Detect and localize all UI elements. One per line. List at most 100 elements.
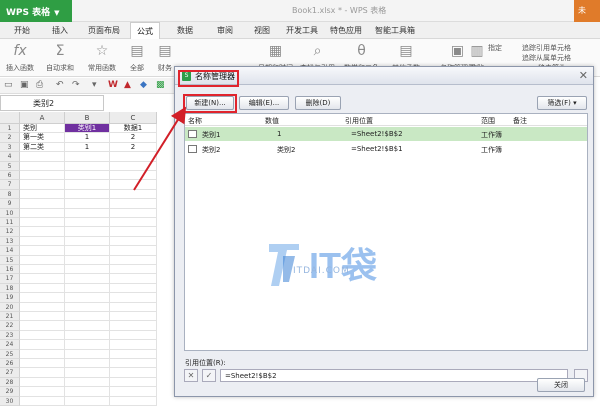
cell[interactable]	[20, 293, 65, 303]
cell[interactable]: 2	[110, 133, 157, 143]
cell[interactable]	[65, 283, 110, 294]
row-header[interactable]: 11	[0, 218, 20, 228]
row-header[interactable]: 5	[0, 161, 20, 171]
cell[interactable]	[110, 302, 157, 312]
cell[interactable]	[110, 396, 157, 406]
row-header[interactable]: 19	[0, 293, 20, 303]
pdf-icon[interactable]: ▲	[124, 80, 131, 90]
common-functions-button[interactable]: ☆ 常用函数	[88, 42, 116, 73]
autosum-button[interactable]: Σ 自动求和	[46, 42, 74, 73]
cell[interactable]	[110, 218, 157, 228]
edit-name-button[interactable]: 编辑(E)...	[239, 96, 289, 110]
delete-name-button[interactable]: 删除(D)	[295, 96, 341, 110]
cancel-edit-icon[interactable]: ✕	[184, 369, 198, 382]
row-header[interactable]: 3	[0, 142, 20, 153]
tab-page-layout[interactable]: 页面布局	[88, 25, 120, 36]
cell[interactable]	[65, 171, 110, 181]
cell[interactable]	[65, 396, 110, 406]
tab-formula[interactable]: 公式	[130, 22, 160, 39]
cell[interactable]	[65, 218, 110, 228]
cell[interactable]	[20, 218, 65, 228]
cell[interactable]	[65, 312, 110, 322]
row-header[interactable]: 7	[0, 180, 20, 190]
cell[interactable]	[110, 255, 157, 265]
cell[interactable]	[20, 171, 65, 181]
cell[interactable]	[20, 387, 65, 397]
cell[interactable]: 第一类	[20, 133, 65, 143]
list-item[interactable]: 类别1 1 =Sheet2!$B$2 工作簿	[185, 127, 587, 141]
cell[interactable]	[20, 349, 65, 359]
cell[interactable]	[20, 368, 65, 378]
cell[interactable]	[65, 208, 110, 218]
row-header[interactable]: 21	[0, 312, 20, 322]
cell[interactable]	[20, 265, 65, 275]
cell[interactable]	[65, 255, 110, 265]
row-header[interactable]: 13	[0, 236, 20, 247]
cell[interactable]	[65, 321, 110, 331]
sheet-icon[interactable]: ▩	[156, 80, 165, 90]
cell[interactable]	[20, 377, 65, 388]
cell[interactable]	[20, 236, 65, 247]
window-control[interactable]: 未	[574, 0, 600, 22]
print-icon[interactable]: ⎙	[36, 80, 43, 90]
cell[interactable]	[20, 246, 65, 256]
row-header[interactable]: 30	[0, 396, 20, 406]
row-header[interactable]: 20	[0, 302, 20, 312]
cell[interactable]	[110, 283, 157, 294]
row-header[interactable]: 12	[0, 227, 20, 237]
cell[interactable]	[110, 152, 157, 162]
cell[interactable]	[65, 152, 110, 162]
cell[interactable]	[110, 236, 157, 247]
cell[interactable]	[65, 199, 110, 209]
cell[interactable]: 数据1	[110, 124, 157, 134]
cell[interactable]	[65, 368, 110, 378]
cell[interactable]	[65, 340, 110, 350]
column-header-c[interactable]: C	[110, 112, 157, 124]
tab-developer[interactable]: 开发工具	[286, 25, 318, 36]
cell[interactable]	[20, 161, 65, 171]
cell[interactable]	[110, 359, 157, 369]
all-functions-button[interactable]: ▤ 全部	[130, 42, 144, 73]
col-scope-header[interactable]: 范围	[481, 116, 495, 126]
cell[interactable]	[110, 246, 157, 256]
cell[interactable]	[65, 189, 110, 200]
cell[interactable]	[110, 340, 157, 350]
col-ref-header[interactable]: 引用位置	[345, 116, 373, 126]
cell[interactable]	[65, 236, 110, 247]
row-header[interactable]: 9	[0, 199, 20, 209]
cell[interactable]	[110, 180, 157, 190]
cell[interactable]	[110, 349, 157, 359]
close-icon[interactable]: ✕	[579, 69, 588, 82]
filter-button[interactable]: 筛选(F) ▾	[537, 96, 587, 110]
cell[interactable]	[20, 302, 65, 312]
tab-home[interactable]: 开始	[14, 25, 30, 36]
column-header-a[interactable]: A	[20, 112, 65, 124]
cell[interactable]: 第二类	[20, 142, 65, 153]
assign-button[interactable]: 指定	[488, 43, 502, 53]
tab-view[interactable]: 视图	[254, 25, 270, 36]
row-header[interactable]: 29	[0, 387, 20, 397]
chevron-down-icon[interactable]: ▾	[92, 80, 97, 90]
cell[interactable]	[65, 180, 110, 190]
cell[interactable]	[65, 161, 110, 171]
cell[interactable]	[65, 265, 110, 275]
cell[interactable]	[20, 340, 65, 350]
row-header[interactable]: 17	[0, 274, 20, 284]
cell[interactable]: 1	[65, 133, 110, 143]
app-menu-button[interactable]: WPS 表格 ▼	[0, 0, 72, 22]
folder-icon[interactable]: ▭	[4, 80, 13, 90]
cell[interactable]: 2	[110, 142, 157, 153]
row-header[interactable]: 25	[0, 349, 20, 359]
row-header[interactable]: 15	[0, 255, 20, 265]
cell[interactable]	[20, 199, 65, 209]
close-button[interactable]: 关闭	[537, 378, 585, 392]
col-value-header[interactable]: 数值	[265, 116, 279, 126]
cell[interactable]	[20, 283, 65, 294]
cell[interactable]: 类别1	[65, 124, 110, 134]
row-header[interactable]: 27	[0, 368, 20, 378]
col-name-header[interactable]: 名称	[188, 116, 202, 126]
cell[interactable]	[20, 321, 65, 331]
cell[interactable]	[65, 330, 110, 341]
cell[interactable]	[65, 274, 110, 284]
cell[interactable]	[110, 312, 157, 322]
